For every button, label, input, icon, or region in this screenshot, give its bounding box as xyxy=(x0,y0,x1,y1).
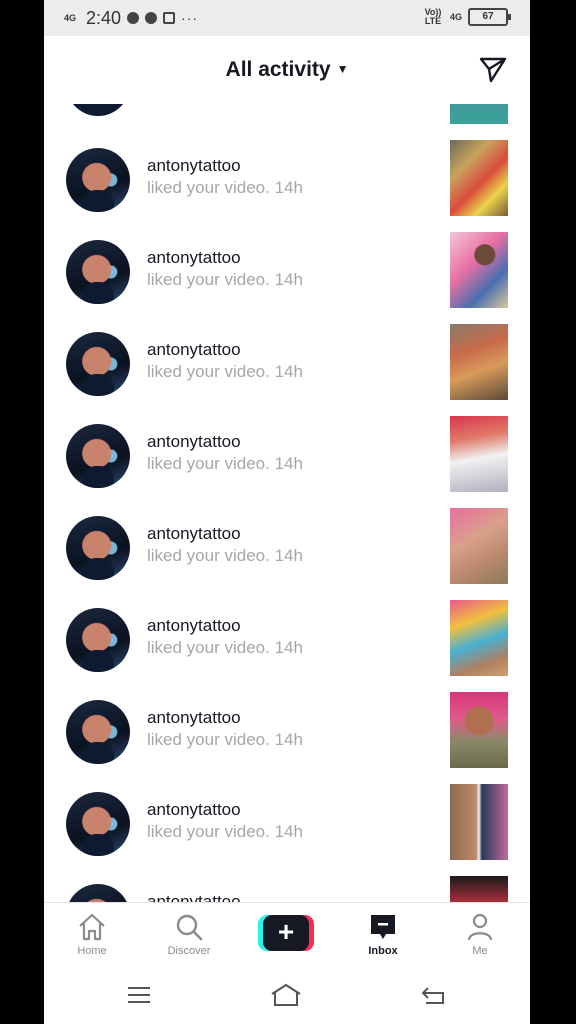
activity-text: liked your video. 14h xyxy=(147,178,303,197)
activity-username[interactable]: antonytattoo xyxy=(147,340,241,360)
activity-username[interactable]: antonytattoo xyxy=(147,432,241,452)
avatar[interactable] xyxy=(66,424,130,488)
activity-text: liked your video. 14h xyxy=(147,454,303,473)
video-thumbnail[interactable] xyxy=(450,324,508,400)
avatar[interactable] xyxy=(66,608,130,672)
activity-text: liked your video. 14h xyxy=(147,546,303,565)
avatar[interactable] xyxy=(66,240,130,304)
activity-row[interactable]: antonytattoo liked your video. 14h xyxy=(44,690,530,782)
activity-row[interactable]: antonytattoo liked your video. 14h xyxy=(44,138,530,230)
activity-username[interactable]: antonytattoo xyxy=(147,616,241,636)
activity-text: liked your video. 14h xyxy=(147,638,303,657)
activity-row[interactable]: antonytattoo liked your video. 14h xyxy=(44,782,530,874)
video-thumbnail[interactable] xyxy=(450,876,508,902)
video-thumbnail[interactable] xyxy=(450,232,508,308)
activity-filter-dropdown[interactable]: All activity ▼ xyxy=(44,58,530,82)
message-icon xyxy=(145,12,158,24)
activity-text: liked your video. 14h xyxy=(147,362,303,381)
home-system-icon[interactable] xyxy=(270,982,302,1008)
avatar[interactable] xyxy=(66,516,130,580)
plus-icon: + xyxy=(263,915,309,951)
video-thumbnail[interactable] xyxy=(450,140,508,216)
caret-down-icon: ▼ xyxy=(336,62,349,76)
network-right-label: 4G xyxy=(449,12,462,22)
video-thumbnail[interactable] xyxy=(450,784,508,860)
activity-username[interactable]: antonytattoo xyxy=(147,892,241,902)
bottom-nav: Home Discover + Inbox Me xyxy=(44,902,530,969)
page-title: All activity xyxy=(225,58,331,81)
avatar[interactable] xyxy=(66,884,130,902)
partial-row xyxy=(44,104,530,126)
nav-home[interactable]: Home xyxy=(52,911,132,957)
create-button[interactable]: + xyxy=(258,915,314,951)
inbox-icon xyxy=(371,915,395,939)
network-label: 4G xyxy=(64,12,77,23)
activity-username[interactable]: antonytattoo xyxy=(147,524,241,544)
activity-username[interactable]: antonytattoo xyxy=(147,800,241,820)
activity-row[interactable]: antonytattoo liked your video. 14h xyxy=(44,598,530,690)
activity-row[interactable]: antonytattoo liked your video. 14h xyxy=(44,506,530,598)
menu-icon[interactable] xyxy=(126,984,152,1006)
direct-message-icon[interactable] xyxy=(478,54,508,84)
home-icon xyxy=(79,913,105,941)
status-time: 2:40 xyxy=(86,7,122,28)
search-icon xyxy=(176,914,203,941)
phone-screen: 4G 2:40 ··· Vo)) LTE 4G 67 All activity ▼ xyxy=(44,0,530,1024)
activity-text: liked your video. 14h xyxy=(147,730,303,749)
activity-username[interactable]: antonytattoo xyxy=(147,248,241,268)
header: All activity ▼ xyxy=(44,36,530,104)
video-thumbnail[interactable] xyxy=(450,416,508,492)
nav-discover-label: Discover xyxy=(167,945,211,957)
back-icon[interactable] xyxy=(420,984,446,1006)
status-bar: 4G 2:40 ··· Vo)) LTE 4G 67 xyxy=(44,0,530,36)
video-thumbnail[interactable] xyxy=(450,600,508,676)
avatar[interactable] xyxy=(66,792,130,856)
system-nav-bar xyxy=(44,968,530,1024)
activity-row[interactable]: antonytattoo liked your video. 14h xyxy=(44,230,530,322)
nav-inbox[interactable]: Inbox xyxy=(343,911,423,957)
activity-username[interactable]: antonytattoo xyxy=(147,156,241,176)
volte-label: Vo)) LTE xyxy=(424,7,442,26)
activity-row[interactable]: antonytattoo liked your video. 14h xyxy=(44,322,530,414)
activity-row[interactable]: antonytattoo xyxy=(44,874,530,902)
video-thumbnail[interactable] xyxy=(450,692,508,768)
nav-me-label: Me xyxy=(472,945,488,957)
avatar[interactable] xyxy=(66,332,130,396)
activity-text: liked your video. 14h xyxy=(147,822,303,841)
avatar[interactable] xyxy=(66,148,130,212)
nav-home-label: Home xyxy=(77,945,107,957)
notification-icon xyxy=(127,12,140,24)
activity-text: liked your video. 14h xyxy=(147,270,303,289)
nav-me[interactable]: Me xyxy=(440,911,520,957)
nav-discover[interactable]: Discover xyxy=(149,911,229,957)
video-thumbnail[interactable] xyxy=(450,508,508,584)
profile-icon xyxy=(467,913,493,941)
activity-list: antonytattoo liked your video. 14h anton… xyxy=(44,104,530,902)
activity-username[interactable]: antonytattoo xyxy=(147,708,241,728)
activity-row[interactable]: antonytattoo liked your video. 14h xyxy=(44,414,530,506)
battery-indicator: 67 xyxy=(468,8,511,26)
avatar[interactable] xyxy=(66,700,130,764)
gallery-icon xyxy=(163,12,176,24)
more-notifications-icon: ··· xyxy=(181,10,199,26)
nav-inbox-label: Inbox xyxy=(368,945,398,957)
